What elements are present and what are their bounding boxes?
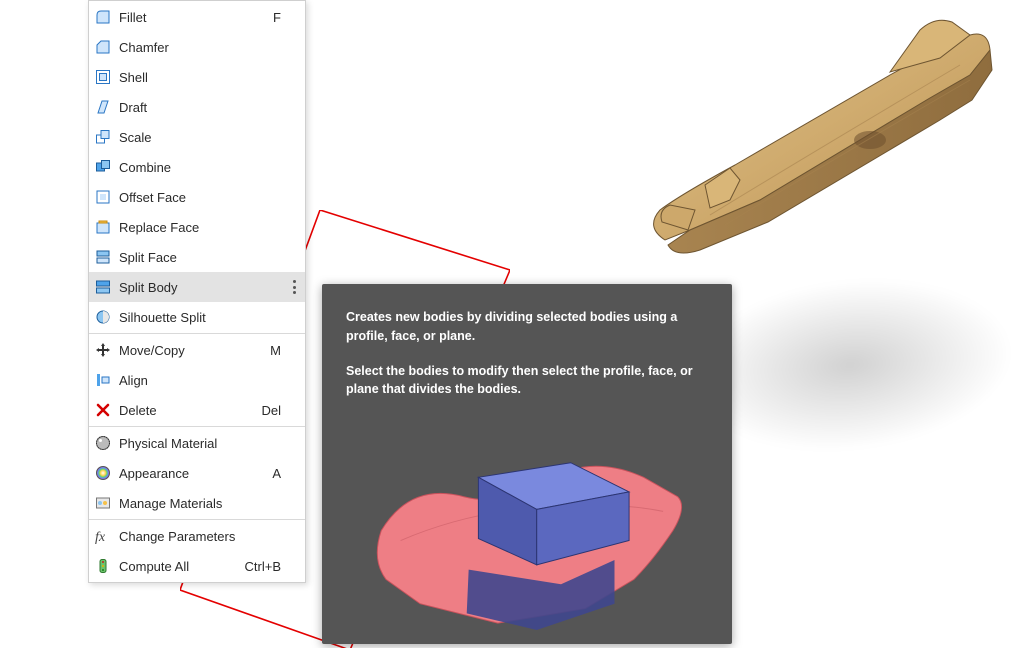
menu-item-shortcut: F <box>273 10 297 25</box>
menu-item-split-face[interactable]: Split Face <box>89 242 305 272</box>
menu-item-delete[interactable]: DeleteDel <box>89 395 305 425</box>
menu-item-label: Physical Material <box>119 436 297 451</box>
menu-item-split-body[interactable]: Split Body <box>89 272 305 302</box>
menu-item-shortcut: A <box>272 466 297 481</box>
menu-item-align[interactable]: Align <box>89 365 305 395</box>
menu-item-silhouette-split[interactable]: Silhouette Split <box>89 302 305 332</box>
move-icon <box>95 342 111 358</box>
menu-item-label: Appearance <box>119 466 272 481</box>
draft-icon <box>95 99 111 115</box>
menu-item-label: Replace Face <box>119 220 297 235</box>
replace-face-icon <box>95 219 111 235</box>
menu-item-label: Compute All <box>119 559 245 574</box>
menu-item-label: Silhouette Split <box>119 310 297 325</box>
compute-all-icon <box>95 558 111 574</box>
tooltip-panel: Creates new bodies by dividing selected … <box>322 284 732 644</box>
menu-item-label: Change Parameters <box>119 529 297 544</box>
tooltip-text-2: Select the bodies to modify then select … <box>346 362 708 400</box>
offset-face-icon <box>95 189 111 205</box>
menu-item-chamfer[interactable]: Chamfer <box>89 32 305 62</box>
modify-context-menu[interactable]: FilletF Chamfer Shell Draft Scale Combine Offs… <box>88 0 306 583</box>
menu-item-label: Offset Face <box>119 190 297 205</box>
chamfer-icon <box>95 39 111 55</box>
menu-item-label: Delete <box>119 403 261 418</box>
menu-item-move-copy[interactable]: Move/CopyM <box>89 335 305 365</box>
change-parameters-icon <box>95 528 111 544</box>
menu-item-appearance[interactable]: AppearanceA <box>89 458 305 488</box>
menu-item-label: Draft <box>119 100 297 115</box>
menu-item-compute-all[interactable]: Compute AllCtrl+B <box>89 551 305 581</box>
physical-material-icon <box>95 435 111 451</box>
menu-item-label: Scale <box>119 130 297 145</box>
menu-item-fillet[interactable]: FilletF <box>89 2 305 32</box>
menu-item-shell[interactable]: Shell <box>89 62 305 92</box>
menu-item-replace-face[interactable]: Replace Face <box>89 212 305 242</box>
menu-item-label: Split Face <box>119 250 297 265</box>
menu-item-label: Fillet <box>119 10 273 25</box>
menu-item-label: Align <box>119 373 297 388</box>
menu-item-label: Shell <box>119 70 297 85</box>
menu-item-label: Manage Materials <box>119 496 297 511</box>
menu-item-label: Combine <box>119 160 297 175</box>
menu-item-label: Chamfer <box>119 40 297 55</box>
menu-item-change-parameters[interactable]: Change Parameters <box>89 521 305 551</box>
tooltip-illustration <box>352 411 702 636</box>
appearance-icon <box>95 465 111 481</box>
menu-item-physical-material[interactable]: Physical Material <box>89 428 305 458</box>
menu-item-manage-materials[interactable]: Manage Materials <box>89 488 305 518</box>
menu-item-shortcut: M <box>270 343 297 358</box>
scale-icon <box>95 129 111 145</box>
split-body-icon <box>95 279 111 295</box>
wood-model[interactable] <box>640 10 1010 270</box>
fillet-icon <box>95 9 111 25</box>
shell-icon <box>95 69 111 85</box>
delete-icon <box>95 402 111 418</box>
combine-icon <box>95 159 111 175</box>
menu-item-label: Split Body <box>119 280 297 295</box>
menu-separator <box>89 426 305 427</box>
tooltip-text-1: Creates new bodies by dividing selected … <box>346 308 708 346</box>
menu-item-shortcut: Del <box>261 403 297 418</box>
split-face-icon <box>95 249 111 265</box>
menu-item-label: Move/Copy <box>119 343 270 358</box>
menu-item-draft[interactable]: Draft <box>89 92 305 122</box>
align-icon <box>95 372 111 388</box>
menu-item-combine[interactable]: Combine <box>89 152 305 182</box>
menu-item-offset-face[interactable]: Offset Face <box>89 182 305 212</box>
silhouette-split-icon <box>95 309 111 325</box>
manage-materials-icon <box>95 495 111 511</box>
kebab-icon[interactable] <box>293 280 297 294</box>
menu-item-scale[interactable]: Scale <box>89 122 305 152</box>
menu-separator <box>89 333 305 334</box>
menu-item-shortcut: Ctrl+B <box>245 559 297 574</box>
menu-separator <box>89 519 305 520</box>
